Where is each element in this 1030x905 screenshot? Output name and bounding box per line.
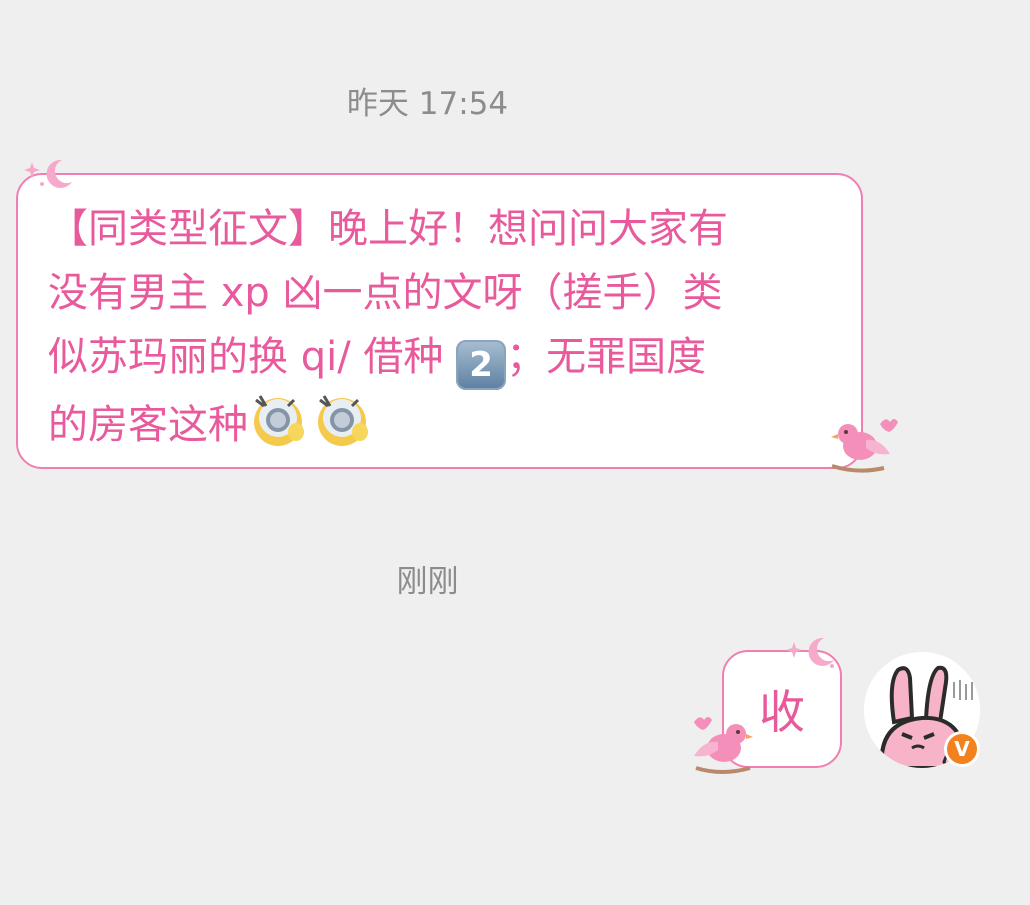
pattern-mark-icon bbox=[953, 680, 973, 700]
timestamp-just-now: 刚刚 bbox=[396, 564, 459, 600]
outgoing-message-text: 收 bbox=[759, 685, 805, 739]
vip-badge: V bbox=[944, 731, 980, 767]
outgoing-message-bubble[interactable]: 收 bbox=[722, 650, 842, 768]
incoming-message-bubble[interactable]: 【同类型征文】晚上好！想问问大家有 没有男主 xp 凶一点的文呀（搓手）类 似苏… bbox=[16, 173, 863, 469]
message-line-3-start: 似苏玛丽的换 qi/ 借种 bbox=[48, 334, 457, 380]
laughing-crying-face-icon bbox=[312, 390, 372, 469]
message-line-2: 没有男主 xp 凶一点的文呀（搓手）类 bbox=[48, 270, 723, 316]
keycap-two-icon: 2 bbox=[456, 340, 507, 390]
message-line-4-text: 的房客这种 bbox=[48, 402, 248, 448]
message-line-4: 的房客这种 bbox=[48, 390, 841, 469]
message-line-1: 【同类型征文】晚上好！想问问大家有 bbox=[48, 206, 728, 252]
laughing-crying-face-icon bbox=[248, 390, 308, 469]
message-line-3-end: ；无罪国度 bbox=[506, 334, 707, 380]
message-line-3: 似苏玛丽的换 qi/ 借种 2 ；无罪国度 bbox=[48, 325, 841, 390]
timestamp-yesterday: 昨天 17:54 bbox=[346, 86, 509, 122]
